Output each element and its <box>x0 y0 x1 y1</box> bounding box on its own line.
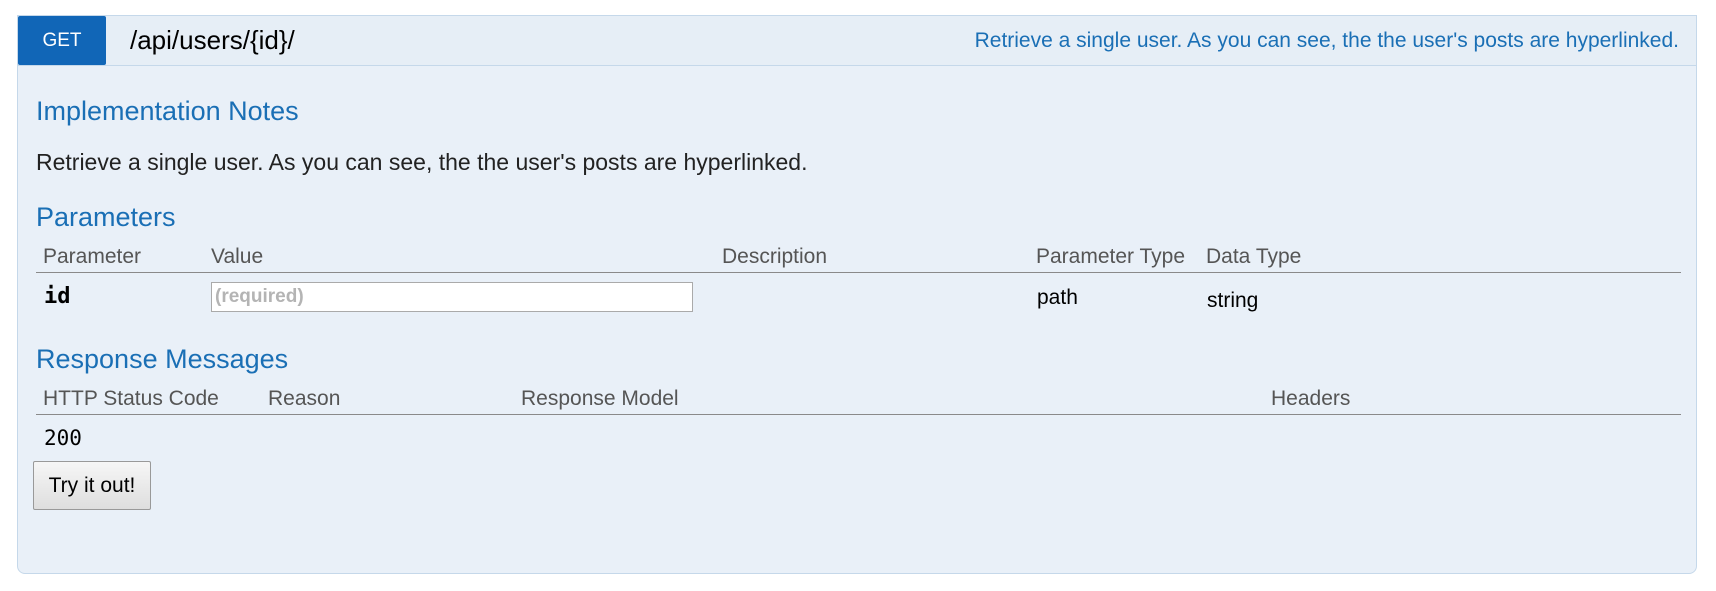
column-header-parameter-type: Parameter Type <box>1036 245 1186 268</box>
http-method-badge[interactable]: GET <box>18 16 106 65</box>
operation-panel: GET /api/users/{id}/ Retrieve a single u… <box>17 15 1697 574</box>
response-header-divider <box>36 414 1681 415</box>
column-header-parameter: Parameter <box>43 245 142 268</box>
column-header-reason: Reason <box>268 387 341 410</box>
parameters-heading: Parameters <box>36 202 176 232</box>
response-messages-heading: Response Messages <box>36 344 289 374</box>
column-header-response-model: Response Model <box>521 387 679 410</box>
column-header-headers: Headers <box>1271 387 1351 410</box>
status-code-value: 200 <box>44 426 82 450</box>
operation-summary-link[interactable]: Retrieve a single user. As you can see, … <box>975 29 1679 53</box>
column-header-description: Description <box>722 245 828 268</box>
parameter-name: id <box>44 284 71 309</box>
endpoint-path-link[interactable]: /api/users/{id}/ <box>130 25 295 56</box>
implementation-notes-heading: Implementation Notes <box>36 96 299 126</box>
id-parameter-input[interactable] <box>211 282 693 312</box>
parameters-header-divider <box>36 272 1681 273</box>
column-header-data-type: Data Type <box>1206 245 1302 268</box>
try-it-out-button[interactable]: Try it out! <box>33 461 151 510</box>
implementation-notes-text: Retrieve a single user. As you can see, … <box>36 149 808 175</box>
operation-heading[interactable]: GET /api/users/{id}/ Retrieve a single u… <box>18 16 1696 66</box>
column-header-value: Value <box>211 245 264 268</box>
parameter-type-value: path <box>1037 286 1078 309</box>
column-header-http-status-code: HTTP Status Code <box>43 387 219 410</box>
data-type-value: string <box>1207 289 1259 312</box>
